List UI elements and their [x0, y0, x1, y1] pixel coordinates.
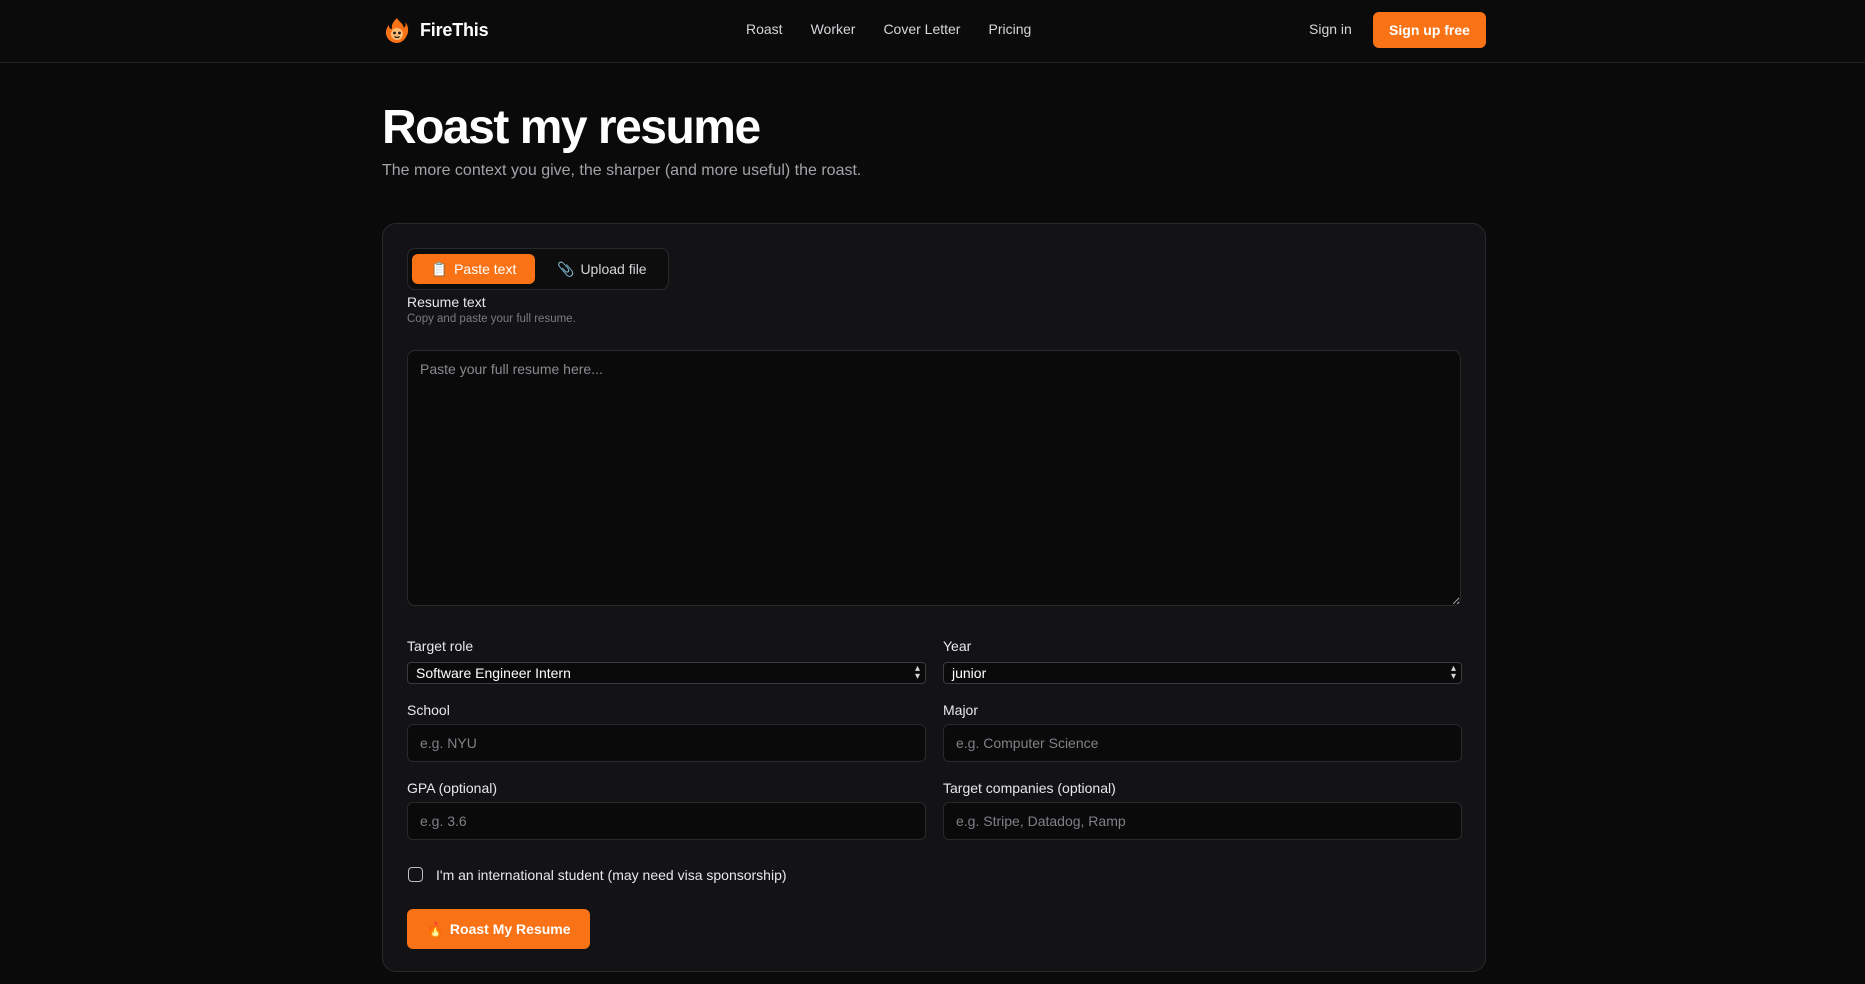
roast-my-resume-button[interactable]: 🔥 Roast My Resume	[407, 909, 590, 949]
year-value: junior	[952, 665, 987, 681]
roast-my-resume-label: Roast My Resume	[449, 921, 571, 937]
resume-text-label: Resume text	[407, 294, 486, 310]
major-label: Major	[943, 702, 979, 718]
nav-link-worker[interactable]: Worker	[811, 21, 856, 37]
main-nav: Roast Worker Cover Letter Pricing	[746, 21, 1059, 37]
tab-paste-text[interactable]: 📋 Paste text	[412, 254, 535, 284]
top-nav: FireThis Roast Worker Cover Letter Prici…	[0, 0, 1865, 63]
international-student-checkbox[interactable]	[408, 867, 423, 882]
gpa-label: GPA (optional)	[407, 780, 498, 796]
brand-name: FireThis	[420, 19, 489, 40]
nav-link-pricing[interactable]: Pricing	[988, 21, 1031, 37]
page-title: Roast my resume	[382, 101, 761, 154]
roast-form-card: 📋 Paste text 📎 Upload file Resume text C…	[382, 223, 1486, 972]
target-companies-label: Target companies (optional)	[943, 780, 1116, 796]
sign-in-link[interactable]: Sign in	[1309, 21, 1352, 37]
page-subtitle: The more context you give, the sharper (…	[382, 162, 862, 179]
tab-upload-file[interactable]: 📎 Upload file	[545, 254, 659, 284]
major-input[interactable]	[943, 724, 1462, 762]
resume-textarea[interactable]	[407, 350, 1461, 606]
target-companies-input[interactable]	[943, 802, 1462, 840]
gpa-input[interactable]	[407, 802, 926, 840]
international-student-label[interactable]: I'm an international student (may need v…	[436, 867, 787, 883]
select-arrows-icon: ▴ ▾	[1450, 663, 1456, 682]
paperclip-icon: 📎	[557, 260, 575, 277]
clipboard-icon: 📋	[430, 260, 449, 277]
brand-link[interactable]: FireThis	[384, 16, 489, 44]
school-label: School	[407, 702, 450, 718]
school-input[interactable]	[407, 724, 926, 762]
tab-upload-file-label: Upload file	[580, 261, 647, 277]
input-mode-tabs: 📋 Paste text 📎 Upload file	[407, 248, 669, 290]
resume-text-hint: Copy and paste your full resume.	[407, 313, 576, 325]
target-role-label: Target role	[407, 638, 474, 654]
sign-up-button[interactable]: Sign up free	[1373, 12, 1486, 48]
nav-link-roast[interactable]: Roast	[746, 21, 783, 37]
target-role-value: Software Engineer Intern	[416, 665, 571, 681]
year-select[interactable]: junior ▴ ▾	[943, 662, 1462, 684]
tab-paste-text-label: Paste text	[454, 261, 517, 277]
target-role-select[interactable]: Software Engineer Intern ▴ ▾	[407, 662, 926, 684]
select-arrows-icon: ▴ ▾	[914, 663, 920, 682]
fire-icon: 🔥	[426, 920, 444, 937]
nav-link-cover-letter[interactable]: Cover Letter	[883, 21, 960, 37]
fire-mascot-logo-icon	[385, 18, 409, 43]
year-label: Year	[943, 638, 972, 654]
